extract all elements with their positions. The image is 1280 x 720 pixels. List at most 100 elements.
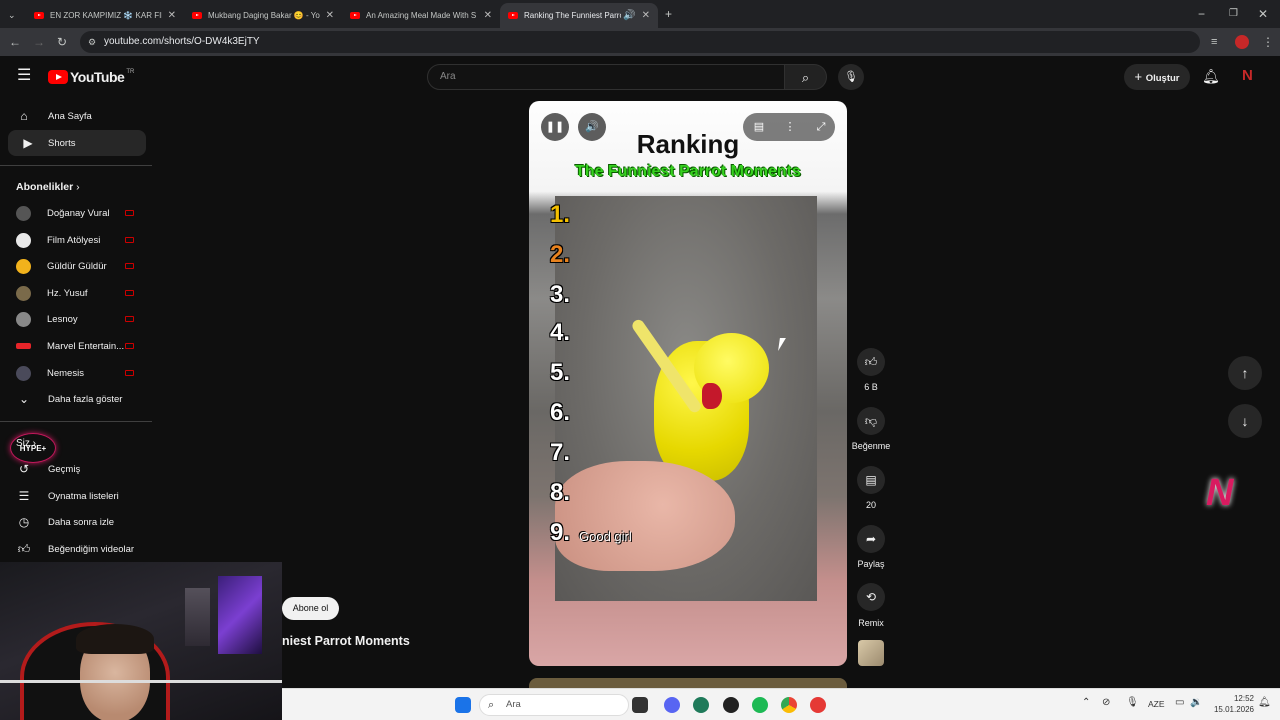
rank-label: 2. xyxy=(550,241,571,268)
chrome-icon[interactable] xyxy=(781,697,797,713)
create-button[interactable]: + Oluştur xyxy=(1124,64,1190,90)
discord-icon[interactable] xyxy=(664,697,680,713)
poster xyxy=(185,588,210,646)
tray-overflow-icon[interactable]: ⌃ xyxy=(1082,697,1090,708)
browser-tab-3[interactable]: An Amazing Meal Made With S ✕ xyxy=(342,3,500,28)
notification-center-icon[interactable]: 🔔︎ xyxy=(1258,697,1271,708)
account-avatar[interactable]: N xyxy=(1242,68,1256,84)
spotify-icon[interactable] xyxy=(752,697,768,713)
dislike-button[interactable]: 👎︎ xyxy=(857,407,885,435)
short-title[interactable]: niest Parrot Moments xyxy=(282,634,410,648)
streamer-logo: N xyxy=(1206,472,1234,514)
thumbs-up-icon: 👍︎ xyxy=(864,355,878,369)
search-button[interactable]: ⌕ xyxy=(785,64,827,90)
video-overlay-subtitle: The Funniest Parrot Moments xyxy=(575,163,801,180)
volume-tray-icon[interactable]: 🔉 xyxy=(1190,697,1202,708)
shorts-video-player[interactable]: Ranking The Funniest Parrot Moments 1. 2… xyxy=(529,101,847,666)
mute-button[interactable]: 🔊 xyxy=(578,113,606,141)
show-more-button[interactable]: ⌄ Daha fazla göster xyxy=(0,386,146,412)
minimize-icon[interactable]: − xyxy=(1198,7,1205,21)
sidebar-sub-lesnoy[interactable]: Lesnoy xyxy=(0,306,146,332)
reload-icon[interactable]: ↻ xyxy=(57,35,67,49)
volume-icon: 🔊 xyxy=(585,121,599,133)
language-indicator[interactable]: AZE xyxy=(1148,699,1165,709)
windows-start-icon[interactable] xyxy=(455,697,471,713)
sidebar-sub-doganay-vural[interactable]: Doğanay Vural xyxy=(0,200,146,226)
sidebar-item-history[interactable]: ↺ Geçmiş xyxy=(0,456,146,482)
sidebar-sub-hz-yusuf[interactable]: Hz. Yusuf xyxy=(0,280,146,306)
sidebar-item-liked[interactable]: 👍︎ Beğendiğim videolar xyxy=(0,536,146,562)
browser-tab-2[interactable]: Mukbang Daging Bakar 😊 - Yo ✕ xyxy=(184,3,342,28)
maximize-icon[interactable]: ❐ xyxy=(1229,7,1238,21)
search-input[interactable]: Ara xyxy=(427,64,785,90)
live-indicator-icon xyxy=(125,210,134,216)
sidebar-sub-guldur-guldur[interactable]: Güldür Güldür xyxy=(0,253,146,279)
remix-button[interactable]: ⟲ xyxy=(857,583,885,611)
task-view-icon[interactable] xyxy=(632,697,648,713)
browser-menu-icon[interactable]: ⋮ xyxy=(1262,35,1274,49)
voice-search-button[interactable]: 🎙 xyxy=(838,64,864,90)
sound-thumbnail[interactable] xyxy=(858,640,884,666)
sidebar-sub-marvel[interactable]: Marvel Entertain... xyxy=(0,333,146,359)
remix-icon: ⟲ xyxy=(865,590,877,604)
captions-icon: ▤ xyxy=(753,121,765,133)
forward-icon[interactable]: → xyxy=(33,35,45,49)
like-button[interactable]: 👍︎ xyxy=(857,348,885,376)
clock[interactable]: 12:52 15.01.2026 xyxy=(1210,693,1254,715)
site-info-icon[interactable]: ⚙ xyxy=(88,31,96,53)
subscribe-button[interactable]: Abone ol xyxy=(282,597,339,620)
back-icon[interactable]: ← xyxy=(9,35,21,49)
browser-tab-4-active[interactable]: Ranking The Funniest Parrot 🔊 ✕ xyxy=(500,3,658,28)
avatar xyxy=(16,258,31,274)
tab-list-icon[interactable]: ⌄ xyxy=(8,8,16,22)
watch-later-icon: ◷ xyxy=(18,515,30,529)
sidebar-item-watch-later[interactable]: ◷ Daha sonra izle xyxy=(0,509,146,535)
arrow-down-icon: ↓ xyxy=(1241,413,1249,429)
network-icon[interactable]: ⊘ xyxy=(1102,697,1110,708)
display-icon[interactable]: ▭ xyxy=(1175,697,1184,708)
sidebar-sub-nemesis[interactable]: Nemesis xyxy=(0,360,146,386)
sidebar-sub-film-atolyesi[interactable]: Film Atölyesi xyxy=(0,227,146,253)
close-tab-icon[interactable]: ✕ xyxy=(642,10,650,21)
browser-tab-1[interactable]: EN ZOR KAMPIMIZ ❄️ KAR FIR ✕ xyxy=(26,3,184,28)
more-options-button[interactable]: ⋮ xyxy=(776,113,804,141)
avatar xyxy=(16,285,31,301)
profile-avatar[interactable] xyxy=(1235,35,1249,49)
new-tab-icon[interactable]: + xyxy=(665,7,672,21)
app-icon[interactable] xyxy=(693,697,709,713)
close-tab-icon[interactable]: ✕ xyxy=(326,10,334,21)
captions-button[interactable]: ▤ xyxy=(745,113,773,141)
media-control-icon[interactable]: ≡ xyxy=(1211,35,1217,49)
pause-button[interactable]: ❚❚ xyxy=(541,113,569,141)
sidebar-item-shorts[interactable]: ▶ Shorts xyxy=(8,130,146,156)
next-short-button[interactable]: ↓ xyxy=(1228,404,1262,438)
app-icon[interactable] xyxy=(723,697,739,713)
taskbar-search-input[interactable]: ⌕ Ara xyxy=(479,694,629,716)
audio-playing-icon[interactable]: 🔊 xyxy=(623,10,635,21)
more-vert-icon: ⋮ xyxy=(784,121,796,133)
chevron-down-icon: ⌄ xyxy=(18,392,30,406)
close-tab-icon[interactable]: ✕ xyxy=(168,10,176,21)
fullscreen-button[interactable]: ⤢ xyxy=(807,113,835,141)
avatar xyxy=(16,205,31,221)
webcam-overlay xyxy=(0,562,282,720)
avatar xyxy=(16,343,31,349)
share-button[interactable]: ➦ xyxy=(857,525,885,553)
sidebar-item-playlists[interactable]: ☰ Oynatma listeleri xyxy=(0,483,146,509)
windows-taskbar: ⌕ Ara ⌃ ⊘ 🎙 AZE ▭ 🔉 12:52 15.01.2026 🔔︎ xyxy=(282,688,1280,720)
previous-short-button[interactable]: ↑ xyxy=(1228,356,1262,390)
notifications-bell-icon[interactable]: 🔔︎ xyxy=(1202,68,1220,85)
comments-button[interactable]: ▤ xyxy=(857,466,885,494)
close-tab-icon[interactable]: ✕ xyxy=(484,10,492,21)
microphone-tray-icon[interactable]: 🎙 xyxy=(1126,697,1139,708)
next-short-preview[interactable] xyxy=(529,678,847,688)
youtube-favicon-icon xyxy=(34,12,44,19)
subscriptions-heading[interactable]: Abonelikler › xyxy=(16,181,80,193)
player-top-controls: ▤ ⋮ ⤢ xyxy=(743,113,835,141)
app-icon[interactable] xyxy=(810,697,826,713)
desk-light xyxy=(0,680,282,683)
sidebar-item-home[interactable]: ⌂ Ana Sayfa xyxy=(0,103,146,129)
close-window-icon[interactable]: ✕ xyxy=(1258,7,1268,21)
history-icon: ↺ xyxy=(18,462,30,476)
address-field[interactable]: ⚙ youtube.com/shorts/O-DW4k3EjTY xyxy=(80,31,1200,53)
